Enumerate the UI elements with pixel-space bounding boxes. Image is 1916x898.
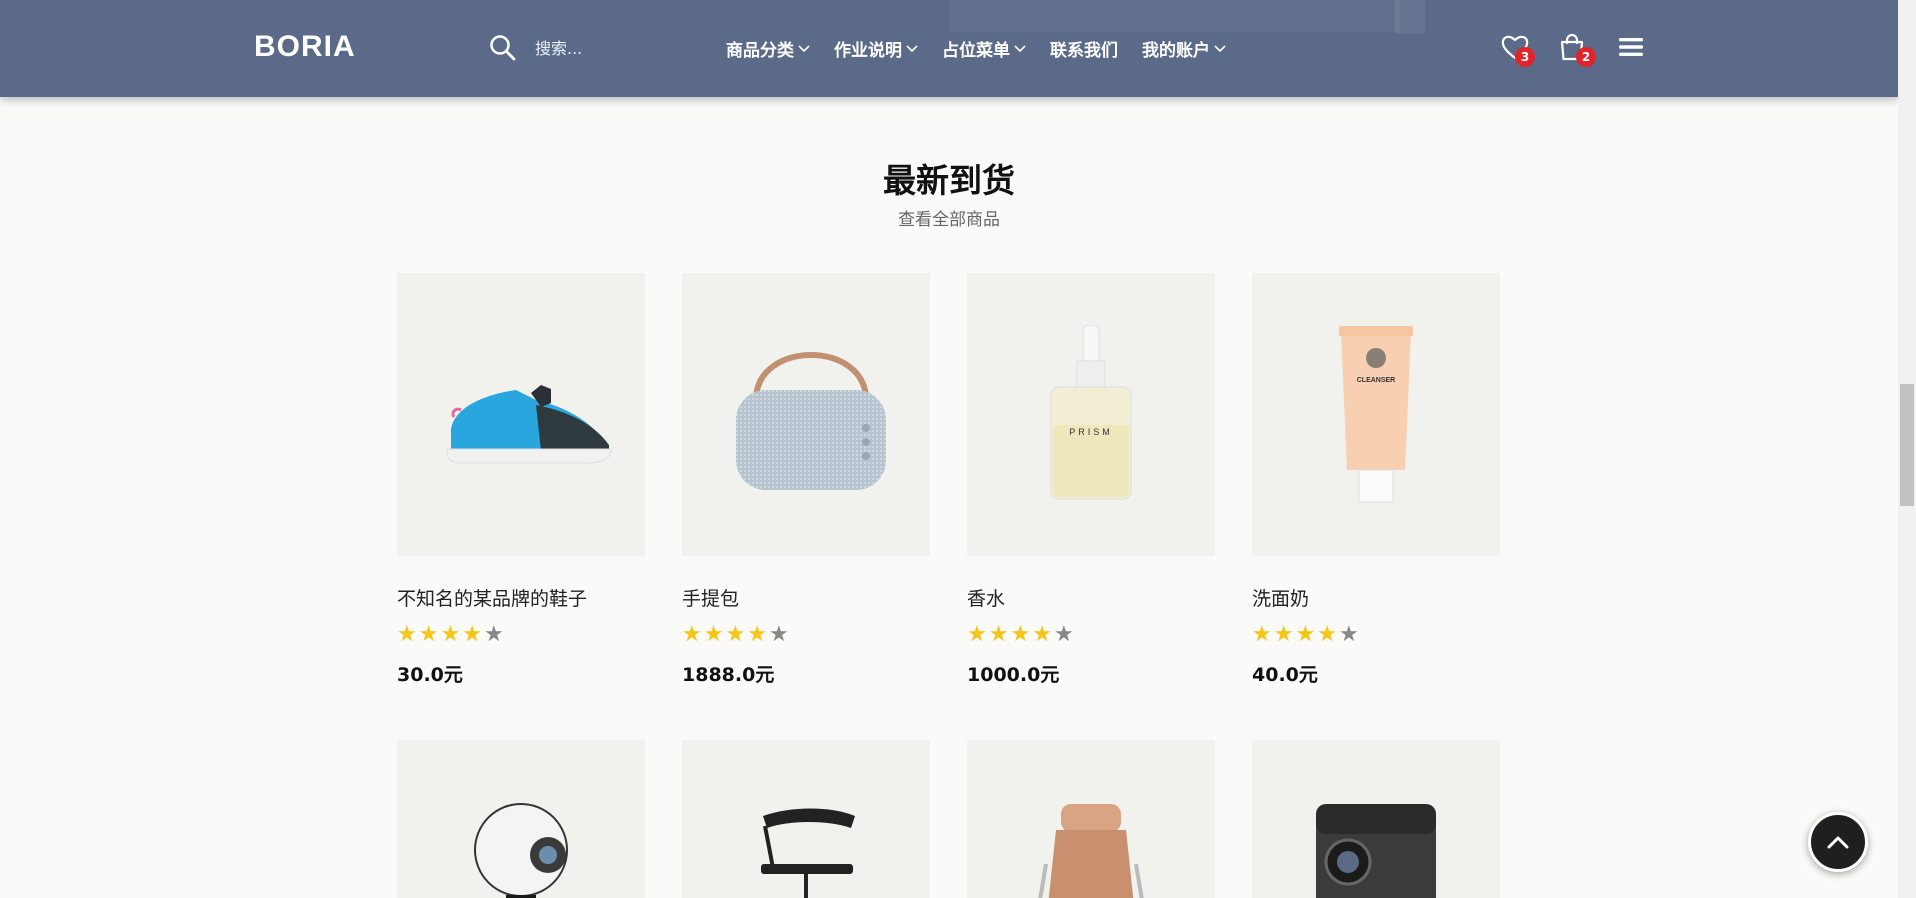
nav-label: 商品分类 xyxy=(726,41,794,61)
product-image[interactable] xyxy=(397,273,645,556)
chair-image xyxy=(761,808,855,898)
star-icon: ★ xyxy=(1295,622,1316,647)
product-name[interactable]: 不知名的某品牌的鞋子 xyxy=(397,584,645,610)
product-card[interactable]: 不知名的某品牌的鞋子 ★ ★ ★ ★ ★ 30.0元 xyxy=(397,273,645,687)
nav-label: 作业说明 xyxy=(834,41,902,61)
product-card[interactable]: PRISM 香水 ★ ★ ★ ★ ★ 1000.0元 xyxy=(967,273,1215,687)
site-header: BORIA 商品分类 作业说明 占位菜单 联系我们 我的账户 3 xyxy=(0,0,1898,97)
chevron-down-icon xyxy=(1214,44,1226,52)
nav-label: 联系我们 xyxy=(1050,41,1118,61)
product-image[interactable] xyxy=(397,740,645,898)
star-icon: ★ xyxy=(1053,622,1074,647)
rating-stars: ★ ★ ★ ★ ★ xyxy=(682,624,930,646)
star-icon: ★ xyxy=(1252,622,1272,647)
nav-item-categories[interactable]: 商品分类 xyxy=(726,36,810,61)
star-icon: ★ xyxy=(725,622,746,647)
star-icon: ★ xyxy=(462,622,482,647)
search-input[interactable] xyxy=(535,32,705,64)
star-icon: ★ xyxy=(747,622,767,647)
logo-text: BORIA xyxy=(254,30,356,63)
product-image[interactable] xyxy=(1252,740,1500,898)
nav-label: 占位菜单 xyxy=(942,41,1010,61)
star-icon: ★ xyxy=(440,622,461,647)
star-icon: ★ xyxy=(1010,622,1031,647)
section-title: 最新到货 xyxy=(883,161,1015,200)
product-price: 1888.0元 xyxy=(682,664,775,686)
perfume-image: PRISM xyxy=(1050,324,1132,499)
speaker-bag-image xyxy=(736,351,886,490)
product-card[interactable]: CLEANSER 洗面奶 ★ ★ ★ ★ ★ 40.0元 xyxy=(1252,273,1500,687)
product-image[interactable]: PRISM xyxy=(967,273,1215,556)
chevron-down-icon xyxy=(1014,44,1026,52)
star-icon: ★ xyxy=(682,622,702,647)
rating-stars: ★ ★ ★ ★ ★ xyxy=(967,624,1215,646)
cleanser-label: CLEANSER xyxy=(1357,377,1396,384)
star-icon: ★ xyxy=(483,622,504,647)
star-icon: ★ xyxy=(1273,622,1294,647)
star-icon: ★ xyxy=(1032,622,1052,647)
product-card[interactable] xyxy=(682,740,930,898)
product-image[interactable] xyxy=(682,273,930,556)
back-to-top-button[interactable] xyxy=(1808,812,1868,872)
chevron-down-icon xyxy=(798,44,810,52)
product-card[interactable]: 手提包 ★ ★ ★ ★ ★ 1888.0元 xyxy=(682,273,930,687)
chevron-up-icon xyxy=(1827,836,1849,849)
nav-item-placeholder-menu[interactable]: 占位菜单 xyxy=(942,36,1026,61)
camera-360-image xyxy=(474,803,568,898)
star-icon: ★ xyxy=(397,622,417,647)
nav-item-contact[interactable]: 联系我们 xyxy=(1050,36,1118,61)
menu-icon[interactable] xyxy=(1616,32,1646,62)
product-name[interactable]: 洗面奶 xyxy=(1252,584,1500,610)
star-icon: ★ xyxy=(768,622,789,647)
star-icon: ★ xyxy=(418,622,439,647)
rating-stars: ★ ★ ★ ★ ★ xyxy=(397,624,645,646)
nav-item-account[interactable]: 我的账户 xyxy=(1142,36,1226,61)
search-icon[interactable] xyxy=(489,34,517,62)
product-image[interactable] xyxy=(967,740,1215,898)
perfume-label: PRISM xyxy=(1069,427,1113,437)
sneaker-image xyxy=(446,384,612,463)
action-camera-image xyxy=(1316,804,1436,898)
nav-label: 我的账户 xyxy=(1142,41,1210,61)
star-icon: ★ xyxy=(703,622,724,647)
product-name[interactable]: 香水 xyxy=(967,584,1215,610)
product-price: 30.0元 xyxy=(397,664,463,686)
rating-stars: ★ ★ ★ ★ ★ xyxy=(1252,624,1500,646)
logo[interactable]: BORIA xyxy=(254,29,356,65)
star-icon: ★ xyxy=(1317,622,1337,647)
main-nav: 商品分类 作业说明 占位菜单 联系我们 我的账户 xyxy=(726,36,1250,61)
cleanser-tube-image: CLEANSER xyxy=(1339,325,1413,502)
product-image[interactable] xyxy=(682,740,930,898)
product-price: 40.0元 xyxy=(1252,664,1318,686)
scrollbar-thumb[interactable] xyxy=(1900,384,1914,506)
star-icon: ★ xyxy=(988,622,1009,647)
wishlist-count-badge: 3 xyxy=(1515,47,1535,67)
chevron-down-icon xyxy=(906,44,918,52)
product-image[interactable]: CLEANSER xyxy=(1252,273,1500,556)
product-card[interactable] xyxy=(397,740,645,898)
view-all-products-link[interactable]: 查看全部商品 xyxy=(0,205,1898,230)
product-price: 1000.0元 xyxy=(967,664,1060,686)
product-card[interactable] xyxy=(1252,740,1500,898)
cart-count-badge: 2 xyxy=(1576,47,1596,67)
lounge-chair-image xyxy=(1038,804,1144,898)
product-card[interactable] xyxy=(967,740,1215,898)
nav-item-instructions[interactable]: 作业说明 xyxy=(834,36,918,61)
header-bg-strip xyxy=(1395,0,1425,34)
star-icon: ★ xyxy=(1338,622,1359,647)
page-scrollbar[interactable] xyxy=(1898,0,1916,898)
header-bg-strip xyxy=(950,0,1400,32)
star-icon: ★ xyxy=(967,622,987,647)
product-name[interactable]: 手提包 xyxy=(682,584,930,610)
